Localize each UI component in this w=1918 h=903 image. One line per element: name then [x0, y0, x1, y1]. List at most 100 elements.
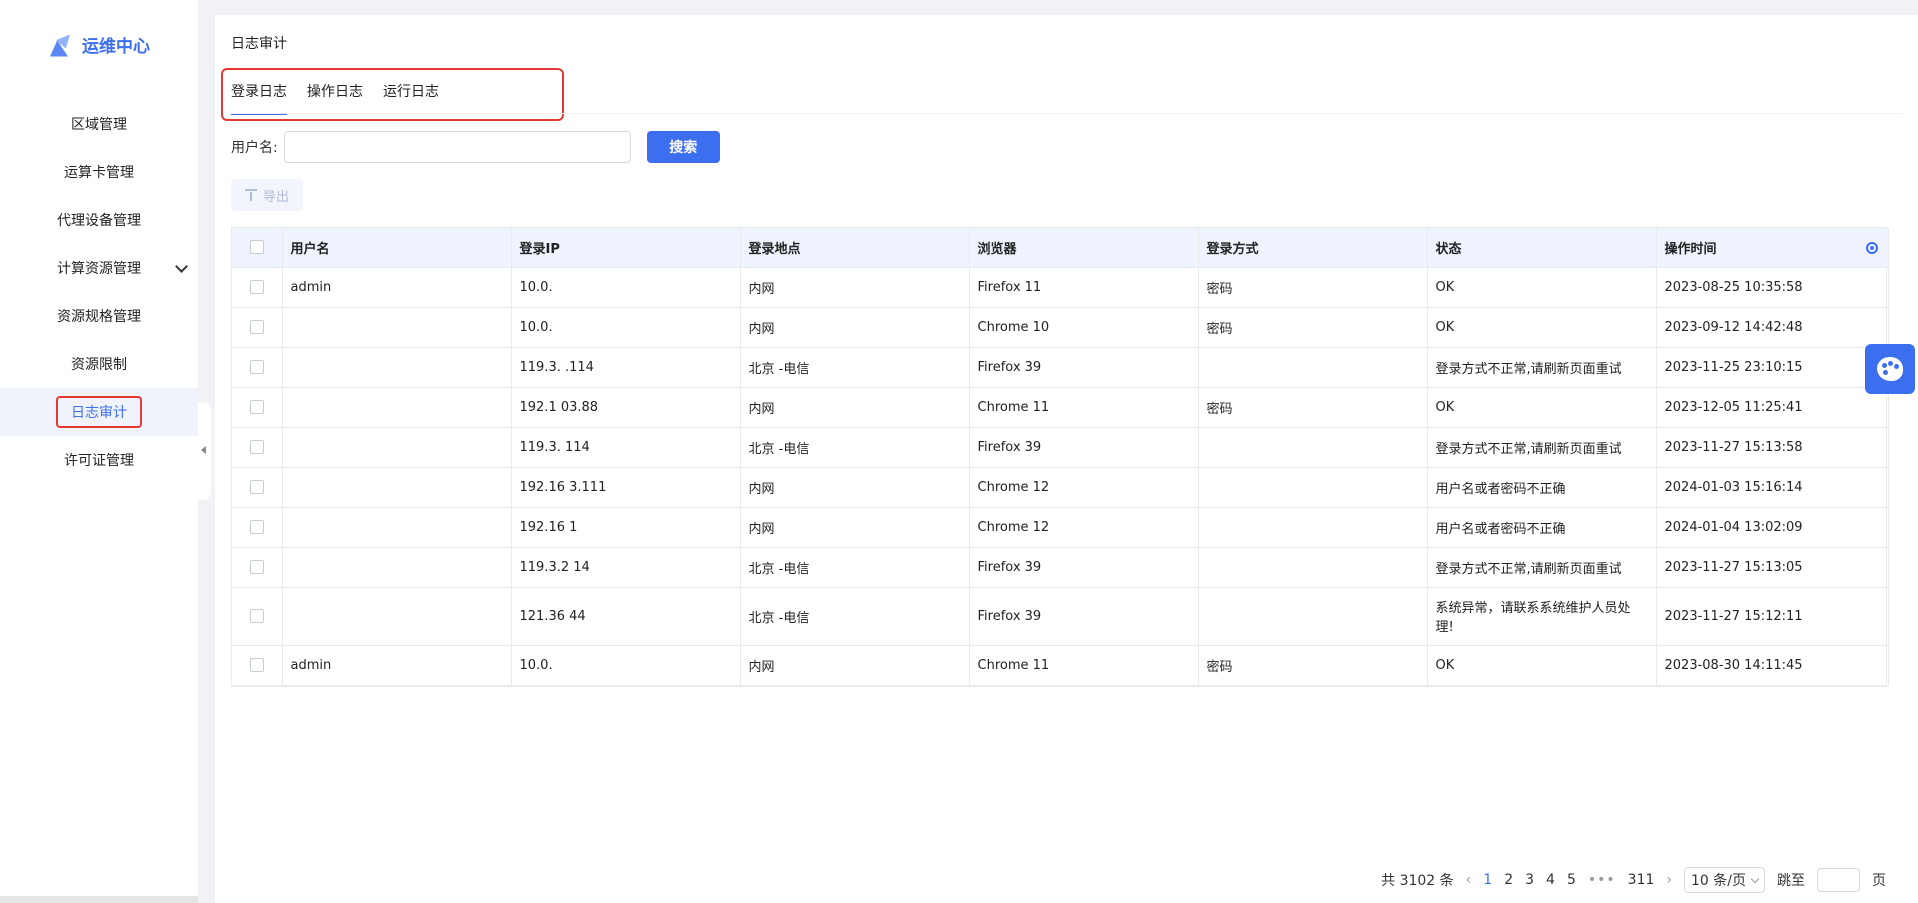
cell-status: 登录方式不正常,请刷新页面重试	[1427, 547, 1657, 588]
cell-user	[282, 427, 512, 468]
row-checkbox[interactable]	[249, 520, 264, 534]
cell-time: 2023-11-25 23:10:15	[1656, 347, 1889, 388]
cell-status: OK	[1427, 267, 1657, 308]
cell-time: 2023-08-25 10:35:58	[1656, 267, 1889, 308]
cell-ip: 119.3.2 14	[511, 547, 741, 588]
page-number[interactable]: 2	[1504, 872, 1513, 888]
cell-ip: 10.0.	[511, 267, 741, 308]
row-checkbox[interactable]	[249, 609, 264, 623]
tab-login-log[interactable]: 登录日志	[231, 81, 287, 115]
row-checkbox[interactable]	[249, 560, 264, 574]
row-checkbox[interactable]	[249, 658, 264, 672]
sidebar-item-label: 计算资源管理	[57, 261, 141, 277]
row-checkbox[interactable]	[249, 360, 264, 374]
cell-user	[282, 387, 512, 428]
cell-time: 2023-08-30 14:11:45	[1656, 645, 1889, 686]
sidebar-scrollbar[interactable]	[0, 896, 198, 903]
logo-icon	[50, 33, 72, 57]
column-header[interactable]: 浏览器	[969, 228, 1199, 268]
table-row[interactable]: 192.16 3.111 内网 Chrome 12 用户名或者密码不正确 202…	[232, 467, 1889, 508]
page-number[interactable]: 4	[1546, 872, 1555, 888]
search-button[interactable]: 搜索	[646, 131, 720, 163]
row-checkbox[interactable]	[249, 480, 264, 494]
row-checkbox[interactable]	[249, 400, 264, 414]
select-all-checkbox[interactable]	[249, 240, 264, 255]
column-header[interactable]: 状态	[1427, 228, 1657, 268]
cell-user	[282, 507, 512, 548]
sidebar-item-license[interactable]: 许可证管理	[0, 436, 198, 484]
cell-method	[1198, 427, 1428, 468]
column-header[interactable]: 登录IP	[511, 228, 741, 268]
sidebar-item-compute-resource[interactable]: 计算资源管理	[0, 244, 198, 292]
table-row[interactable]: 119.3.2 14 北京 -电信 Firefox 39 登录方式不正常,请刷新…	[232, 547, 1889, 588]
column-header[interactable]: 用户名	[282, 228, 512, 268]
theme-palette-button[interactable]	[1865, 344, 1915, 394]
page-number[interactable]: 1	[1483, 872, 1492, 888]
cell-ip: 192.1 03.88	[511, 387, 741, 428]
sidebar-item-label: 代理设备管理	[57, 213, 141, 229]
column-header[interactable]: 登录方式	[1198, 228, 1428, 268]
table-row[interactable]: 121.36 44 北京 -电信 Firefox 39 系统异常，请联系系统维护…	[232, 587, 1889, 646]
table-row[interactable]: 10.0. 内网 Chrome 10 密码 OK 2023-09-12 14:4…	[232, 307, 1889, 348]
cell-user	[282, 307, 512, 348]
jump-page-input[interactable]	[1817, 868, 1860, 892]
row-checkbox[interactable]	[249, 280, 264, 294]
row-checkbox-cell	[232, 547, 283, 588]
export-button[interactable]: 导出	[231, 179, 303, 211]
page-size-select[interactable]: 10 条/页	[1684, 867, 1765, 893]
sidebar-item-label: 许可证管理	[64, 453, 134, 469]
column-header-with-settings[interactable]: 操作时间	[1656, 228, 1889, 268]
chevron-down-icon	[175, 260, 188, 273]
cell-browser: Chrome 11	[969, 645, 1199, 686]
cell-location: 北京 -电信	[740, 347, 970, 388]
table-row[interactable]: 119.3. .114 北京 -电信 Firefox 39 登录方式不正常,请刷…	[232, 347, 1889, 388]
cell-ip: 192.16 3.111	[511, 467, 741, 508]
column-header[interactable]: 登录地点	[740, 228, 970, 268]
cell-location: 内网	[740, 467, 970, 508]
sidebar-item-compute-card[interactable]: 运算卡管理	[0, 148, 198, 196]
cell-status: OK	[1427, 387, 1657, 428]
cell-location: 内网	[740, 267, 970, 308]
page-suffix: 页	[1872, 873, 1886, 889]
sidebar-item-proxy-device[interactable]: 代理设备管理	[0, 196, 198, 244]
page-number[interactable]: 3	[1525, 872, 1534, 888]
page-number[interactable]: 5	[1567, 872, 1576, 888]
cell-browser: Firefox 39	[969, 547, 1199, 588]
page-size-value: 10 条/页	[1691, 873, 1746, 889]
cell-status: 用户名或者密码不正确	[1427, 467, 1657, 508]
cell-status: 登录方式不正常,请刷新页面重试	[1427, 427, 1657, 468]
main-content: 日志审计 登录日志 操作日志 运行日志 用户名: 搜索 导出 用户名 登录IP …	[215, 15, 1918, 903]
row-checkbox[interactable]	[249, 320, 264, 334]
table-row[interactable]: 192.16 1 内网 Chrome 12 用户名或者密码不正确 2024-01…	[232, 507, 1889, 548]
row-checkbox[interactable]	[249, 440, 264, 454]
column-settings-icon[interactable]	[1865, 242, 1878, 254]
cell-ip: 121.36 44	[511, 587, 741, 646]
cell-method: 密码	[1198, 267, 1428, 308]
table-row[interactable]: admin 10.0. 内网 Firefox 11 密码 OK 2023-08-…	[232, 267, 1889, 308]
cell-ip: 119.3. .114	[511, 347, 741, 388]
table-row[interactable]: 119.3. 114 北京 -电信 Firefox 39 登录方式不正常,请刷新…	[232, 427, 1889, 468]
cell-location: 内网	[740, 387, 970, 428]
tab-operation-log[interactable]: 操作日志	[307, 81, 363, 115]
cell-location: 北京 -电信	[740, 427, 970, 468]
sidebar-item-region[interactable]: 区域管理	[0, 100, 198, 148]
cell-method: 密码	[1198, 645, 1428, 686]
sidebar-item-resource-spec[interactable]: 资源规格管理	[0, 292, 198, 340]
cell-method: 密码	[1198, 387, 1428, 428]
cell-browser: Firefox 39	[969, 587, 1199, 646]
prev-page-icon[interactable]: ‹	[1466, 872, 1472, 888]
row-checkbox-cell	[232, 645, 283, 686]
page-number-last[interactable]: 311	[1628, 872, 1655, 888]
tab-runtime-log[interactable]: 运行日志	[383, 81, 439, 115]
sidebar-item-log-audit[interactable]: 日志审计	[0, 388, 198, 436]
brand[interactable]: 运维中心	[50, 32, 150, 57]
sidebar-menu: 区域管理 运算卡管理 代理设备管理 计算资源管理 资源规格管理 资源限制 日志审…	[0, 100, 198, 484]
table-row[interactable]: admin 10.0. 内网 Chrome 11 密码 OK 2023-08-3…	[232, 645, 1889, 686]
tabs: 登录日志 操作日志 运行日志	[231, 81, 439, 115]
next-page-icon[interactable]: ›	[1666, 872, 1672, 888]
username-input[interactable]	[283, 131, 631, 163]
more-pages-icon[interactable]: •••	[1588, 872, 1616, 888]
sidebar-item-resource-limit[interactable]: 资源限制	[0, 340, 198, 388]
sidebar-collapse-handle[interactable]	[198, 402, 211, 500]
table-row[interactable]: 192.1 03.88 内网 Chrome 11 密码 OK 2023-12-0…	[232, 387, 1889, 428]
